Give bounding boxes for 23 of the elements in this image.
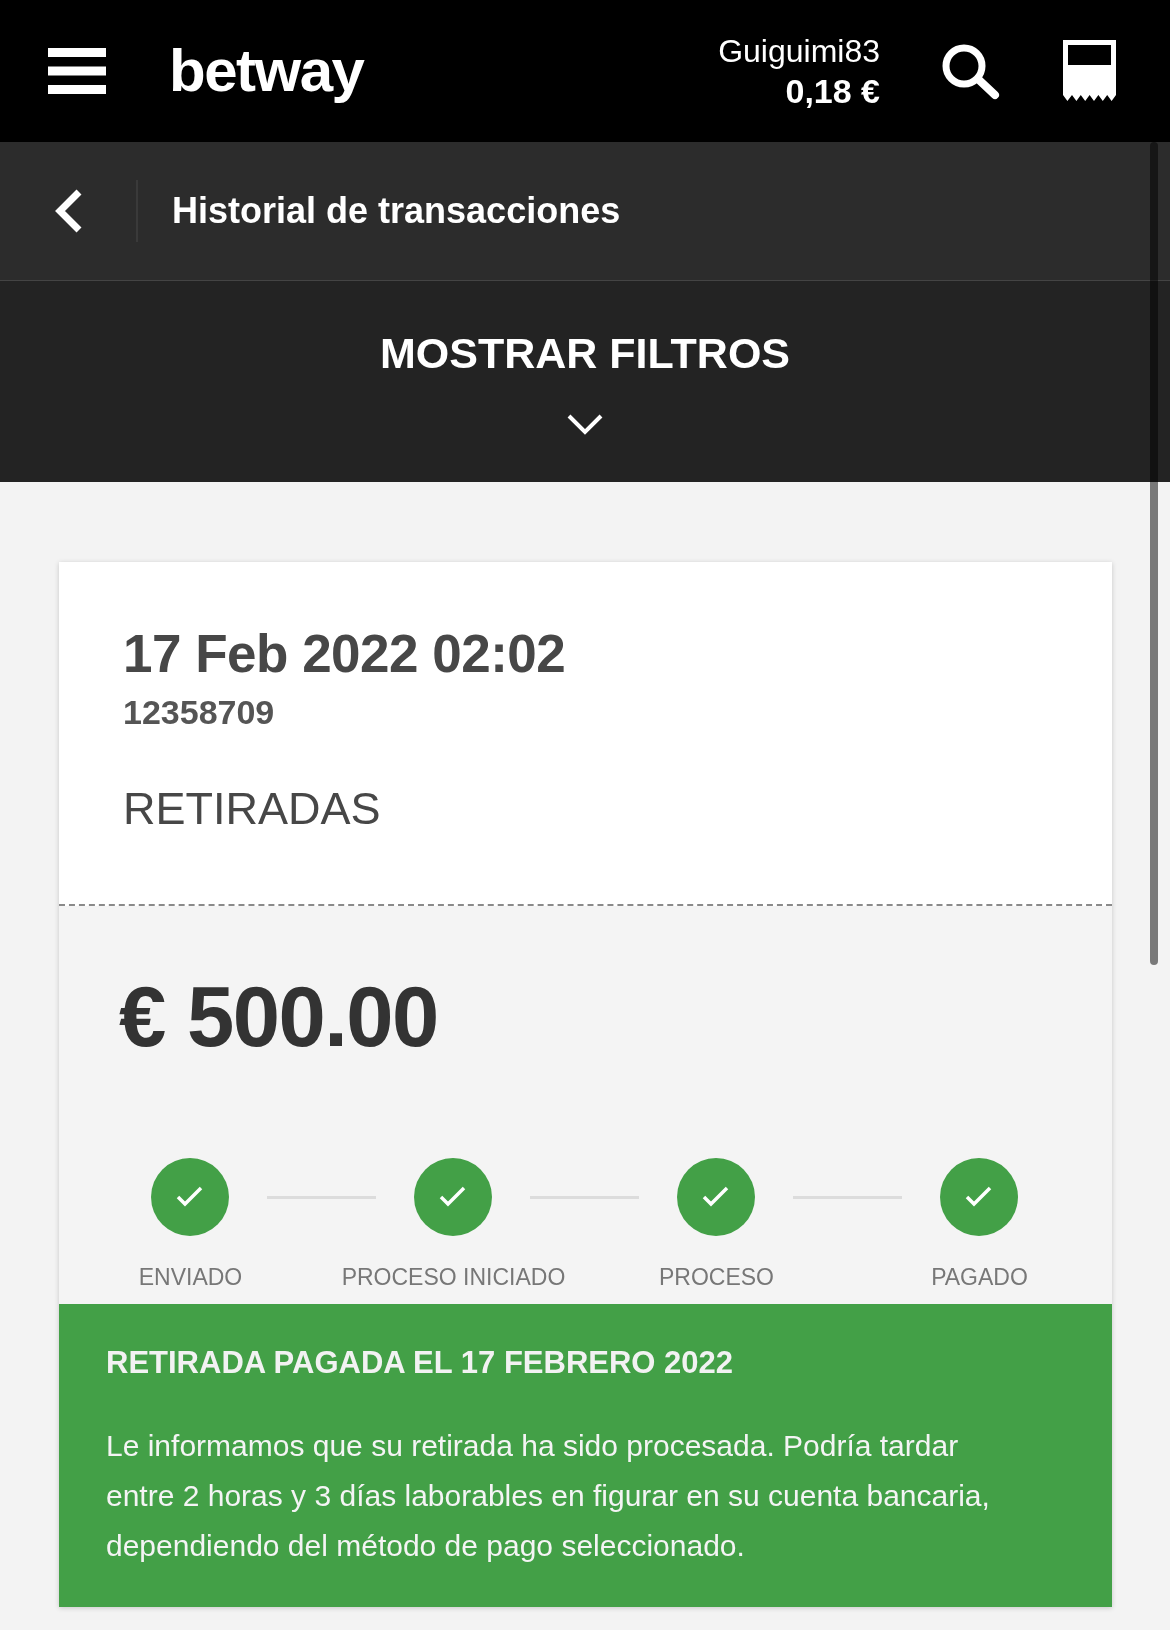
chevron-down-icon: [567, 413, 603, 436]
menu-icon: [48, 48, 106, 94]
step-label: ENVIADO: [138, 1264, 243, 1292]
banner-message: Le informamos que su retirada ha sido procesada. Podría tardar entre 2 horas y 3 días laborables en figurar en su cuenta bancaria, dependiendo del método de pago seleccionado.: [106, 1428, 991, 1565]
chevron-left-icon: [53, 188, 83, 234]
search-icon: [940, 42, 1000, 100]
step-label: PROCESO: [659, 1264, 774, 1292]
account-balance: 0,18 €: [785, 70, 880, 112]
page-title: Historial de transacciones: [171, 189, 621, 233]
transaction-type: RETIRADAS: [123, 782, 382, 837]
transaction-id: 12358709: [123, 691, 276, 733]
username: Guiguimi83: [718, 31, 880, 71]
receipt-button[interactable]: [1061, 38, 1118, 104]
step-label: PAGADO: [931, 1264, 1028, 1292]
transaction-amount: € 500.00: [118, 968, 439, 1067]
step-label: PROCESO INICIADO: [341, 1264, 566, 1292]
scrollbar-thumb[interactable]: [1150, 142, 1158, 965]
brand-logo[interactable]: betway: [169, 41, 364, 101]
filter-toggle[interactable]: MOSTRAR FILTROS: [373, 327, 797, 436]
menu-button[interactable]: [46, 46, 108, 96]
transaction-date: 17 Feb 2022 02:02: [123, 623, 567, 685]
receipt-icon: [1063, 40, 1116, 102]
banner-title: RETIRADA PAGADA EL 17 FEBRERO 2022: [106, 1344, 735, 1382]
